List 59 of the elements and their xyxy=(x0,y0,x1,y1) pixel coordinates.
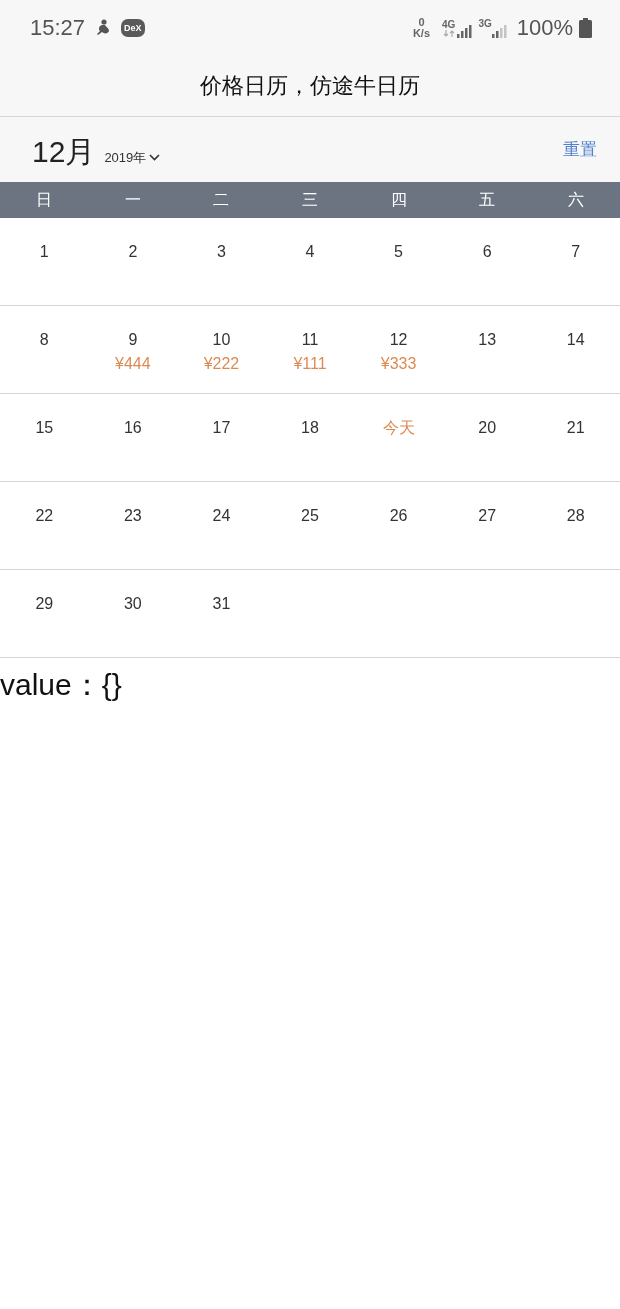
day-number[interactable]: 15 xyxy=(35,416,54,440)
dex-badge: DeX xyxy=(121,19,145,37)
person-icon xyxy=(95,19,112,37)
day-price: ¥444 xyxy=(115,354,151,374)
day-number[interactable]: 11 xyxy=(301,328,319,352)
day-number[interactable]: 6 xyxy=(482,240,492,264)
network-type: 4G xyxy=(442,19,456,30)
day-price: ¥111 xyxy=(293,354,327,374)
day-number[interactable]: 3 xyxy=(216,240,226,264)
battery-percent: 100% xyxy=(516,17,573,39)
net-speed-value: 0 xyxy=(418,17,425,28)
day-price: ¥222 xyxy=(203,354,240,374)
day-number[interactable]: 20 xyxy=(478,416,497,440)
day-number[interactable]: 4 xyxy=(305,240,315,264)
day-number[interactable]: 13 xyxy=(478,328,497,352)
day-number[interactable]: 18 xyxy=(301,416,319,440)
day-number[interactable]: 25 xyxy=(301,504,319,528)
signal-icon xyxy=(491,24,507,38)
weekday-label: 四 xyxy=(389,192,408,208)
day-number[interactable]: 27 xyxy=(478,504,497,528)
signal-icon xyxy=(457,24,473,38)
day-number[interactable]: 8 xyxy=(39,328,49,352)
chevron-down-icon xyxy=(149,153,161,161)
day-number[interactable]: 9 xyxy=(128,328,138,352)
day-number[interactable]: 21 xyxy=(566,416,585,440)
day-number[interactable]: 12 xyxy=(389,328,408,352)
weekday-label: 二 xyxy=(212,192,231,208)
day-number[interactable]: 22 xyxy=(35,504,54,528)
weekday-label: 一 xyxy=(123,192,142,208)
day-number[interactable]: 16 xyxy=(123,416,142,440)
reset-button[interactable]: 重置 xyxy=(563,141,597,158)
day-price: ¥333 xyxy=(380,354,417,374)
day-number[interactable]: 17 xyxy=(212,416,231,440)
day-number[interactable]: 28 xyxy=(566,504,585,528)
day-number[interactable]: 5 xyxy=(394,240,403,264)
battery-icon xyxy=(579,18,592,38)
net-speed-unit: K/s xyxy=(412,28,431,39)
weekday-label: 日 xyxy=(35,192,54,208)
weekday-label: 三 xyxy=(301,192,319,208)
data-arrows-icon xyxy=(442,30,455,37)
day-number[interactable]: 23 xyxy=(123,504,142,528)
day-number[interactable]: 30 xyxy=(123,592,142,616)
status-time: 15:27 xyxy=(30,17,86,39)
day-number[interactable]: 29 xyxy=(35,592,54,616)
network-type: 3G xyxy=(478,17,492,29)
day-number[interactable]: 1 xyxy=(39,240,49,264)
day-number[interactable]: 2 xyxy=(128,240,138,264)
weekday-label: 六 xyxy=(566,192,585,208)
page-title: 价格日历，仿途牛日历 xyxy=(200,75,420,97)
day-number[interactable]: 31 xyxy=(212,592,231,616)
day-number[interactable]: 26 xyxy=(389,504,408,528)
day-number[interactable]: 7 xyxy=(571,240,581,264)
day-number[interactable]: 10 xyxy=(212,328,231,352)
day-number[interactable]: 14 xyxy=(566,328,585,352)
month-label: 12月 xyxy=(32,136,96,167)
day-number[interactable]: 24 xyxy=(212,504,231,528)
value-output: value：{} xyxy=(0,667,122,703)
weekday-label: 五 xyxy=(478,192,497,208)
year-dropdown[interactable]: 2019年 xyxy=(104,150,161,164)
